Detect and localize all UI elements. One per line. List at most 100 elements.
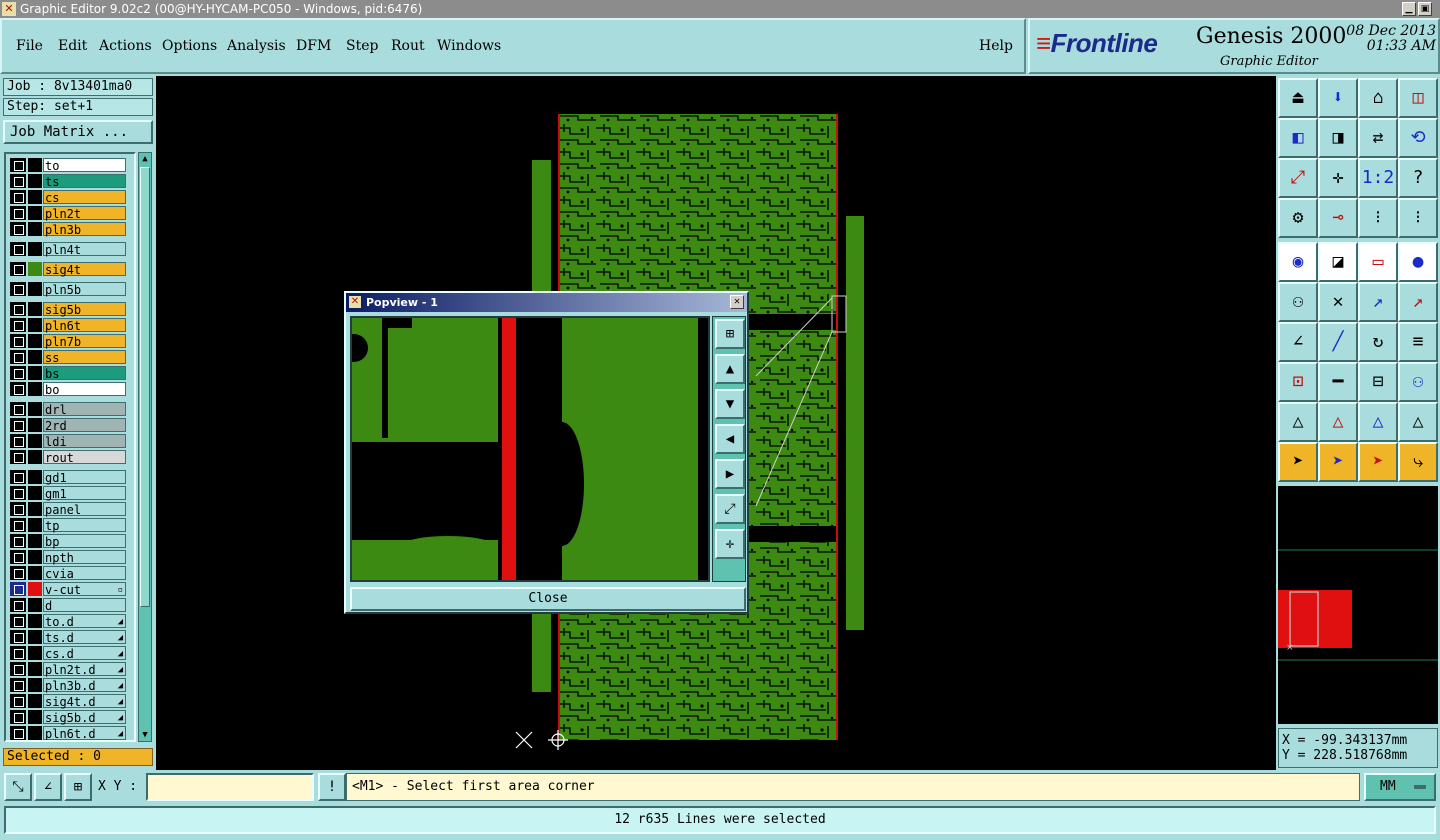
layer-row[interactable]: ldi <box>8 434 126 449</box>
layer-name[interactable]: cvia <box>43 566 126 581</box>
layer-swatch[interactable] <box>28 302 42 316</box>
layer-name[interactable]: cs <box>43 190 126 205</box>
layer-row[interactable]: pln6t.d ◢ <box>8 726 126 740</box>
grid-icon[interactable]: ⊞ <box>64 773 92 801</box>
layer-name[interactable]: drl <box>43 402 126 417</box>
layer-checkbox[interactable] <box>10 502 26 516</box>
layer-name[interactable]: pln2t.d ◢ <box>43 662 126 677</box>
layer-name[interactable]: tp <box>43 518 126 533</box>
layer-name[interactable]: panel <box>43 502 126 517</box>
move-point-button[interactable]: ↗ <box>1358 282 1398 322</box>
layer-swatch[interactable] <box>28 402 42 416</box>
layer-checkbox[interactable] <box>10 582 26 596</box>
layer-swatch[interactable] <box>28 450 42 464</box>
layer-swatch[interactable] <box>28 434 42 448</box>
menu-analysis[interactable]: Analysis <box>227 38 286 54</box>
popview-titlebar[interactable]: ✕ Popview - 1 <box>346 293 747 312</box>
layer-name[interactable]: cs.d ◢ <box>43 646 126 661</box>
layer-checkbox[interactable] <box>10 450 26 464</box>
layer-swatch[interactable] <box>28 282 42 296</box>
layer-row[interactable]: npth <box>8 550 126 565</box>
route-button[interactable]: ⤷ <box>1398 442 1438 482</box>
layer-row[interactable]: pln7b <box>8 334 126 349</box>
layer-row[interactable]: pln6t <box>8 318 126 333</box>
layer-swatch[interactable] <box>28 242 42 256</box>
overview-map[interactable]: × <box>1278 486 1438 724</box>
ruler-button[interactable]: ▭ <box>1358 242 1398 282</box>
menu-file[interactable]: File <box>16 38 43 54</box>
flip-button[interactable]: ⇄ <box>1358 118 1398 158</box>
home-button[interactable]: ⌂ <box>1358 78 1398 118</box>
layer-swatch[interactable] <box>28 190 42 204</box>
triangle-flat-button[interactable]: △ <box>1358 402 1398 442</box>
layer-name[interactable]: ts.d ◢ <box>43 630 126 645</box>
layer-name[interactable]: bo <box>43 382 126 397</box>
layer-name[interactable]: ss <box>43 350 126 365</box>
layer-swatch[interactable] <box>28 222 42 236</box>
layer-row[interactable]: d <box>8 598 126 613</box>
measure-button[interactable]: ⊟ <box>1358 362 1398 402</box>
layer-row[interactable]: ts.d ◢ <box>8 630 126 645</box>
xy-input[interactable] <box>146 773 314 801</box>
layer-checkbox[interactable] <box>10 262 26 276</box>
triangle-button[interactable]: △ <box>1278 402 1318 442</box>
layer-checkbox[interactable] <box>10 350 26 364</box>
pan-right-button[interactable]: ◨ <box>1318 118 1358 158</box>
layer-swatch[interactable] <box>28 534 42 548</box>
layer-checkbox[interactable] <box>10 726 26 740</box>
layer-name[interactable]: ldi <box>43 434 126 449</box>
connect-button[interactable]: ⚇ <box>1278 282 1318 322</box>
slash-button[interactable]: ╱ <box>1318 322 1358 362</box>
layer-swatch[interactable] <box>28 470 42 484</box>
layer-row[interactable]: 2rd <box>8 418 126 433</box>
popview-close-icon[interactable]: ✕ <box>730 295 744 309</box>
select-polygon-button[interactable]: ➤ <box>1358 442 1398 482</box>
layer-swatch[interactable] <box>28 174 42 188</box>
netlist-red-button[interactable]: ⁝ <box>1398 198 1438 238</box>
group-button[interactable]: ⚇ <box>1398 362 1438 402</box>
layer-swatch[interactable] <box>28 726 42 740</box>
layer-swatch[interactable] <box>28 630 42 644</box>
split-button[interactable]: ━ <box>1318 362 1358 402</box>
tools-button[interactable]: ⚙ <box>1278 198 1318 238</box>
layer-swatch[interactable] <box>28 582 42 596</box>
zoom-out-icon[interactable]: ⤢ <box>715 494 745 524</box>
layer-swatch[interactable] <box>28 382 42 396</box>
layer-swatch[interactable] <box>28 710 42 724</box>
fit-button[interactable]: ⤢ <box>1278 158 1318 198</box>
pan-left-button[interactable]: ◧ <box>1278 118 1318 158</box>
layer-checkbox[interactable] <box>10 550 26 564</box>
maximize-button[interactable]: ▣ <box>1418 2 1432 16</box>
layer-checkbox[interactable] <box>10 566 26 580</box>
layer-swatch[interactable] <box>28 334 42 348</box>
netlist-button[interactable]: ⁝ <box>1358 198 1398 238</box>
menu-step[interactable]: Step <box>346 38 378 54</box>
scroll-thumb[interactable] <box>140 167 150 607</box>
layer-swatch[interactable] <box>28 262 42 276</box>
layer-checkbox[interactable] <box>10 222 26 236</box>
select-button[interactable]: ➤ <box>1278 442 1318 482</box>
pad-button[interactable]: ● <box>1398 242 1438 282</box>
layer-swatch[interactable] <box>28 350 42 364</box>
layer-checkbox[interactable] <box>10 190 26 204</box>
redraw-button[interactable]: ⟲ <box>1398 118 1438 158</box>
layer-name[interactable]: v-cut ▫ <box>43 582 126 597</box>
layer-checkbox[interactable] <box>10 302 26 316</box>
layer-row[interactable]: bs <box>8 366 126 381</box>
layer-swatch[interactable] <box>28 614 42 628</box>
scroll-down-icon[interactable]: ▼ <box>139 729 151 741</box>
snap-icon[interactable]: ⤡ <box>4 773 32 801</box>
window-button[interactable]: ◫ <box>1398 78 1438 118</box>
layer-row[interactable]: cs <box>8 190 126 205</box>
layer-name[interactable]: gm1 <box>43 486 126 501</box>
layer-row[interactable]: rout <box>8 450 126 465</box>
layer-swatch[interactable] <box>28 318 42 332</box>
menu-edit[interactable]: Edit <box>58 38 87 54</box>
pan-left-icon[interactable]: ◀ <box>715 424 745 454</box>
layer-name[interactable]: sig4t <box>43 262 126 277</box>
pad-add-button[interactable]: ⊡ <box>1278 362 1318 402</box>
feature-button[interactable]: ⊸ <box>1318 198 1358 238</box>
layer-swatch[interactable] <box>28 550 42 564</box>
layer-swatch[interactable] <box>28 486 42 500</box>
layer-swatch[interactable] <box>28 366 42 380</box>
